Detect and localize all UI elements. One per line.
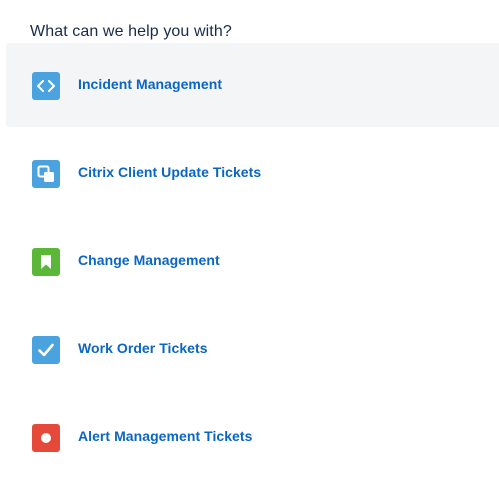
request-type-page: What can we help you with? Incident Mana… bbox=[0, 0, 499, 502]
page-title: What can we help you with? bbox=[30, 23, 232, 40]
request-type-list: Incident Management Citrix Client Update… bbox=[6, 43, 499, 483]
request-type-alert-management[interactable]: Alert Management Tickets bbox=[6, 395, 499, 479]
request-type-label: Change Management bbox=[78, 252, 220, 268]
checkmark-icon bbox=[32, 336, 60, 364]
request-type-label: Citrix Client Update Tickets bbox=[78, 164, 262, 180]
record-dot-icon bbox=[32, 424, 60, 452]
request-type-label: Work Order Tickets bbox=[78, 340, 208, 356]
request-type-change-management[interactable]: Change Management bbox=[6, 219, 499, 303]
request-type-label: Alert Management Tickets bbox=[78, 428, 253, 444]
request-type-label: Incident Management bbox=[78, 76, 223, 92]
bookmark-icon bbox=[32, 248, 60, 276]
request-type-citrix-client-update[interactable]: Citrix Client Update Tickets bbox=[6, 131, 499, 215]
copy-squares-icon bbox=[32, 160, 60, 188]
request-type-incident-management[interactable]: Incident Management bbox=[6, 43, 499, 127]
code-brackets-icon bbox=[32, 72, 60, 100]
request-type-work-order-tickets[interactable]: Work Order Tickets bbox=[6, 307, 499, 391]
